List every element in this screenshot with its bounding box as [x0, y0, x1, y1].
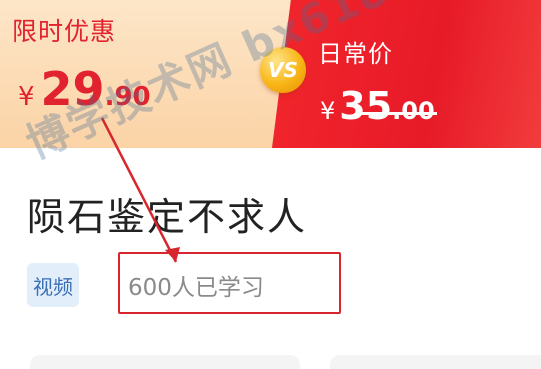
annotation-highlight-box: [118, 252, 341, 314]
next-section-card-right[interactable]: [330, 355, 541, 369]
course-title: 陨石鉴定不求人: [27, 195, 308, 239]
regular-price: ¥35.00: [320, 84, 435, 128]
promo-label: 限时优惠: [12, 17, 117, 46]
regular-price-major: 35: [339, 84, 393, 128]
video-type-tag: 视频: [27, 263, 79, 307]
regular-currency: ¥: [320, 97, 336, 125]
regular-price-minor: .00: [392, 97, 435, 125]
next-section-card-left[interactable]: [30, 355, 300, 369]
